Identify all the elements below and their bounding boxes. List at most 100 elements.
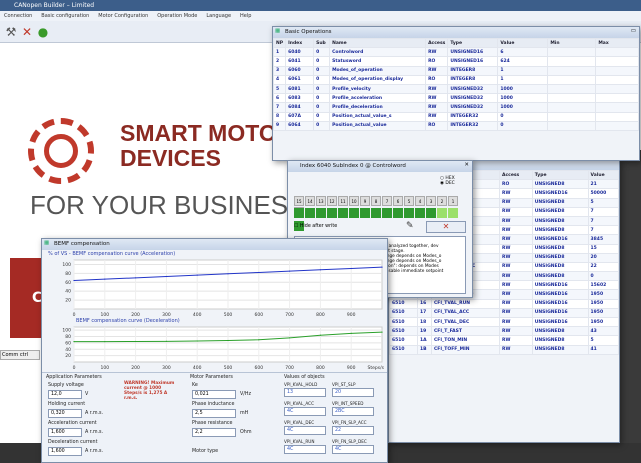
bit-toggle[interactable]: [360, 208, 370, 218]
bit-toggle[interactable]: [448, 208, 458, 218]
table-row[interactable]: 6510 1A CFI_TON_MIN RW UNSIGNED8 5: [389, 335, 620, 346]
y-tick-label: 100: [62, 262, 71, 268]
bit-toggle[interactable]: [294, 208, 304, 218]
table-cell: UNSIGNED8: [531, 271, 589, 282]
table-row[interactable]: 7 6084 0 Profile_deceleration RW UNSIGNED32 10…: [272, 102, 639, 113]
connect-icon[interactable]: ●: [36, 25, 50, 39]
menu-operation-mode[interactable]: Operation Mode: [157, 13, 197, 19]
col-sub: Sub: [313, 37, 331, 49]
object-value[interactable]: 22: [332, 426, 374, 435]
x-tick-label: 900: [347, 312, 356, 318]
x-tick-label: 400: [193, 312, 202, 318]
close-icon[interactable]: ✕: [464, 162, 469, 168]
table-row[interactable]: 2 6041 0 Statusword RO UNSIGNED16 624: [272, 56, 639, 67]
object-value[interactable]: 2BC: [332, 407, 374, 416]
table-cell: 6: [272, 93, 287, 104]
accel-input[interactable]: 1,600: [48, 428, 82, 437]
holding-label: Holding current: [48, 402, 86, 407]
bit-toggle[interactable]: [316, 208, 326, 218]
menu-motor-config[interactable]: Motor Configuration: [98, 13, 148, 19]
table-cell: RW: [425, 65, 449, 76]
data-point: [289, 337, 291, 339]
supply-unit: V: [85, 392, 89, 397]
table-cell: 1950: [587, 316, 620, 328]
decel-input[interactable]: 1,600: [48, 447, 82, 456]
hide-after-write-checkbox[interactable]: ☐ Hide after write: [294, 224, 337, 229]
table-cell: 0: [587, 271, 620, 282]
table-row[interactable]: 9 6064 0 Position_actual_value RO INTEGER32 0: [272, 120, 639, 131]
object-value[interactable]: 4C: [332, 445, 374, 454]
object-value[interactable]: 13: [284, 388, 326, 397]
close-icon[interactable]: ✕: [20, 25, 34, 39]
table-cell: Profile_acceleration: [329, 93, 427, 104]
object-label: VPI_FN_SLP_DEC: [332, 439, 367, 444]
table-row[interactable]: 5 6081 0 Profile_velocity RW UNSIGNED32 1000: [272, 83, 639, 95]
restore-icon[interactable]: ▭: [631, 28, 636, 34]
menu-basic-config[interactable]: Basic configuration: [41, 13, 89, 19]
menu-language[interactable]: Language: [206, 13, 231, 19]
write-icon[interactable]: ✎: [406, 221, 414, 231]
company-logo-inner: [44, 134, 78, 168]
table-cell: UNSIGNED8: [531, 197, 589, 208]
bit-toggle[interactable]: [393, 208, 403, 218]
bit-toggle[interactable]: [349, 208, 359, 218]
menu-help[interactable]: Help: [240, 13, 251, 19]
table-row[interactable]: 6510 19 CFI_T_FAST RW UNSIGNED8 43: [389, 326, 620, 337]
table-cell: 50000: [587, 188, 620, 199]
table-row[interactable]: 6510 1B CFI_TOFF_MIN RW UNSIGNED8 41: [389, 344, 620, 355]
x-tick-label: 100: [101, 365, 110, 371]
y-tick-label: 60: [65, 340, 71, 346]
phase-res-input[interactable]: 2,2: [192, 428, 236, 437]
data-point: [73, 279, 75, 282]
bit-toggle[interactable]: [327, 208, 337, 218]
table-row[interactable]: 3 6060 0 Modes_of_operation RW INTEGER8 1: [272, 65, 639, 76]
bit-toggle[interactable]: [426, 208, 436, 218]
x-tick-label: 700: [285, 312, 294, 318]
table-cell: INTEGER32: [447, 111, 499, 122]
object-value[interactable]: 4C: [284, 407, 326, 416]
table-cell: UNSIGNED8: [531, 344, 589, 355]
object-label: VPI_ST_SLP: [332, 382, 356, 387]
table-row[interactable]: 1 6040 0 Controlword RW UNSIGNED16 6: [272, 47, 639, 58]
bemf-title-bar: ▦ BEMF compensation: [42, 239, 387, 250]
x-tick-label: 600: [255, 365, 264, 371]
table-row[interactable]: 8 607A 0 Position_actual_value_s RW INTEGER32…: [272, 111, 639, 122]
bit-toggle[interactable]: [371, 208, 381, 218]
bit-toggle[interactable]: [382, 208, 392, 218]
background-panel: [620, 150, 641, 443]
bit-toggle[interactable]: [305, 208, 315, 218]
table-cell: UNSIGNED16: [531, 289, 589, 300]
table-cell: UNSIGNED16: [531, 307, 589, 319]
bit-toggle[interactable]: [437, 208, 447, 218]
table-row[interactable]: 6510 16 CFI_TVAL_RUN RW UNSIGNED16 1950: [389, 298, 620, 309]
table-cell: RW: [499, 326, 533, 337]
radio-dec[interactable]: ◉ DEC: [440, 181, 455, 186]
cancel-button[interactable]: ✕: [426, 221, 466, 233]
object-value[interactable]: 4C: [284, 445, 326, 454]
bit-toggle[interactable]: [338, 208, 348, 218]
table-row[interactable]: 6510 18 CFI_TVAL_DEC RW UNSIGNED16 1950: [389, 316, 620, 328]
table-row[interactable]: 6 6083 0 Profile_acceleration RW UNSIGNED32 10…: [272, 93, 639, 104]
table-row[interactable]: 4 6061 0 Modes_of_operation_display RO INTEGE…: [272, 74, 639, 85]
table-row[interactable]: 6510 17 CFI_TVAL_ACC RW UNSIGNED16 1950: [389, 307, 620, 319]
bit-toggle[interactable]: [404, 208, 414, 218]
supply-label: Supply voltage: [48, 383, 84, 388]
ke-input[interactable]: 0,021: [192, 390, 236, 399]
col-access: Access: [425, 37, 449, 49]
config-tool-icon[interactable]: ⚒: [4, 25, 18, 39]
table-cell: 607A: [285, 111, 315, 122]
holding-input[interactable]: 0,320: [48, 409, 82, 418]
menu-connection[interactable]: Connection: [4, 13, 32, 19]
decel-label: Deceleration current: [48, 440, 98, 445]
bit-toggle[interactable]: [415, 208, 425, 218]
table-cell: 4: [272, 74, 287, 85]
table-cell: 6064: [285, 120, 315, 131]
table-cell: 0: [313, 65, 331, 76]
table-cell: UNSIGNED16: [531, 280, 589, 291]
object-value[interactable]: 20: [332, 388, 374, 397]
object-value[interactable]: 4C: [284, 426, 326, 435]
supply-input[interactable]: 12,0: [48, 390, 82, 399]
data-point: [258, 271, 260, 274]
phase-ind-input[interactable]: 2,5: [192, 409, 236, 418]
table-cell: [547, 47, 597, 58]
